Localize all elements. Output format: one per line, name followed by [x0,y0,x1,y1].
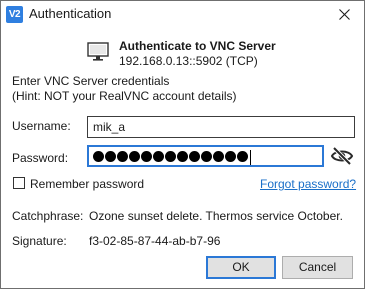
title-bar: V2 Authentication [1,1,364,27]
password-mask [93,151,248,162]
password-dot [93,151,104,162]
vnc-viewer-icon: V2 [6,6,23,23]
catchphrase-value: Ozone sunset delete. Thermos service Oct… [89,209,343,223]
password-dot [177,151,188,162]
password-dot [213,151,224,162]
header-title: Authenticate to VNC Server [119,39,276,53]
eye-slash-icon[interactable] [330,145,354,167]
ok-button[interactable]: OK [206,256,276,279]
password-dot [153,151,164,162]
password-label: Password: [12,151,69,165]
hint-line: (Hint: NOT your RealVNC account details) [12,89,237,103]
remember-password-checkbox[interactable] [13,177,25,189]
password-dot [237,151,248,162]
server-address: 192.168.0.13::5902 (TCP) [119,54,258,68]
password-field[interactable] [87,145,324,167]
username-value: mik_a [93,120,126,134]
server-header: Authenticate to VNC Server 192.168.0.13:… [87,39,317,71]
cancel-button[interactable]: Cancel [282,256,353,279]
text-caret [250,150,251,165]
signature-label: Signature: [12,234,67,248]
password-dot [189,151,200,162]
password-dot [201,151,212,162]
password-dot [117,151,128,162]
password-dot [105,151,116,162]
instructions-line: Enter VNC Server credentials [12,74,170,88]
close-button[interactable] [324,1,364,27]
window-title: Authentication [29,6,112,21]
signature-value: f3-02-85-87-44-ab-b7-96 [89,234,221,248]
username-field[interactable]: mik_a [87,116,355,138]
password-dot [141,151,152,162]
authentication-dialog: V2 Authentication Authenticate to VNC Se… [0,0,365,289]
password-dot [225,151,236,162]
remember-password-label[interactable]: Remember password [30,177,144,191]
monitor-icon [87,42,109,61]
catchphrase-label: Catchphrase: [12,209,84,223]
password-dot [165,151,176,162]
password-dot [129,151,140,162]
username-label: Username: [12,119,71,133]
close-icon [339,9,350,20]
forgot-password-link[interactable]: Forgot password? [260,177,356,191]
